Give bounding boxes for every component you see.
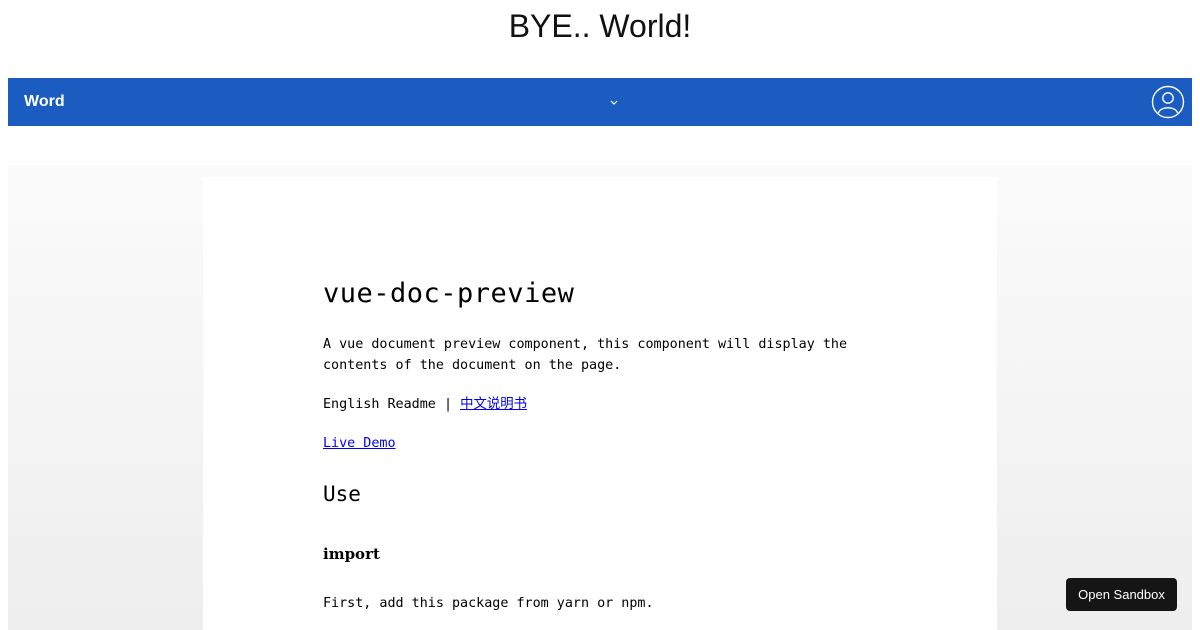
dropdown-toggle[interactable] <box>606 94 622 110</box>
import-instructions: First, add this package from yarn or npm… <box>323 596 654 611</box>
section-heading-use: Use <box>323 482 361 506</box>
document-viewer: vue-doc-preview A vue document preview c… <box>8 165 1192 630</box>
live-demo-link[interactable]: Live Demo <box>323 436 396 451</box>
subsection-heading-import: import <box>323 545 380 563</box>
chevron-down-icon <box>610 100 618 105</box>
link-separator: | <box>443 397 452 412</box>
document-page: vue-doc-preview A vue document preview c… <box>203 177 997 630</box>
brand-label: Word <box>24 93 65 110</box>
page-heading: BYE.. World! <box>508 8 692 44</box>
chinese-readme-link[interactable]: 中文说明书 <box>460 397 527 412</box>
live-demo-paragraph: Live Demo <box>323 433 863 454</box>
top-navbar: Word <box>8 78 1192 126</box>
user-circle-icon <box>1151 85 1185 119</box>
readme-links: English Readme | 中文说明书 <box>323 394 863 415</box>
document-title: vue-doc-preview <box>323 278 575 309</box>
readme-label: English Readme <box>323 397 436 412</box>
open-sandbox-button[interactable]: Open Sandbox <box>1066 578 1177 611</box>
document-content: vue-doc-preview A vue document preview c… <box>323 277 863 611</box>
document-description: A vue document preview component, this c… <box>323 337 848 373</box>
user-account-button[interactable] <box>1151 85 1185 119</box>
